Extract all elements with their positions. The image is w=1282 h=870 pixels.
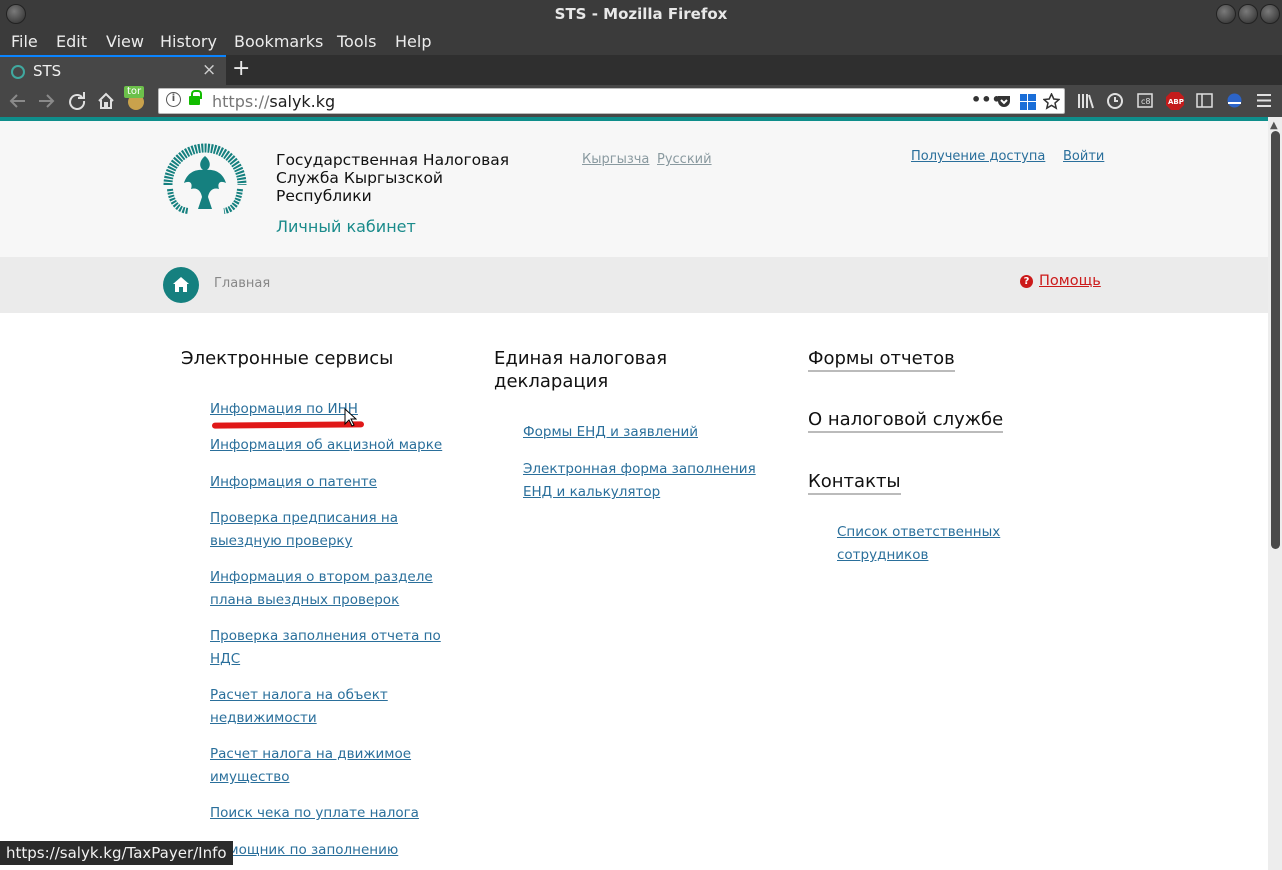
service-link-excise[interactable]: Информация об акцизной марке bbox=[210, 434, 450, 457]
lang-kyrgyz-link[interactable]: Кыргызча bbox=[582, 152, 649, 167]
tor-badge: tor bbox=[124, 86, 145, 98]
get-access-link[interactable]: Получение доступа bbox=[911, 149, 1045, 164]
menu-file[interactable]: File bbox=[11, 32, 38, 51]
declaration-link-forms[interactable]: Формы ЕНД и заявлений bbox=[523, 421, 763, 444]
library-icon[interactable] bbox=[1077, 93, 1095, 109]
report-forms-heading[interactable]: Формы отчетов bbox=[808, 347, 955, 372]
service-link-property-tax[interactable]: Расчет налога на объект недвижимости bbox=[210, 684, 410, 730]
pocket-icon[interactable] bbox=[996, 94, 1012, 110]
menu-view[interactable]: View bbox=[106, 32, 144, 51]
page-content: Государственная Налоговая Служба Кыргызс… bbox=[0, 121, 1268, 870]
history-icon[interactable] bbox=[1106, 92, 1124, 110]
windows-extension-icon[interactable] bbox=[1020, 94, 1036, 110]
url-host: salyk.kg bbox=[269, 92, 336, 111]
forward-icon[interactable] bbox=[38, 93, 56, 109]
menu-edit[interactable]: Edit bbox=[56, 32, 87, 51]
maximize-button[interactable] bbox=[1238, 4, 1258, 24]
service-link-inspection-order[interactable]: Проверка предписания на выездную проверк… bbox=[210, 507, 415, 553]
about-tax-service-label: О налоговой службе bbox=[808, 409, 1004, 433]
service-link-patent[interactable]: Информация о патенте bbox=[210, 471, 450, 494]
menu-bar: File Edit View History Bookmarks Tools H… bbox=[0, 28, 1282, 55]
red-underline-annotation bbox=[211, 421, 365, 429]
site-info-icon[interactable]: i bbox=[166, 92, 181, 107]
contacts-label: Контакты bbox=[808, 471, 901, 495]
reader-icon[interactable]: c8 bbox=[1137, 93, 1153, 108]
login-link[interactable]: Войти bbox=[1063, 149, 1104, 164]
window-titlebar: STS - Mozilla Firefox bbox=[0, 0, 1282, 28]
service-link-receipt-search[interactable]: Поиск чека по уплате налога bbox=[210, 802, 450, 825]
adblock-icon[interactable]: ABP bbox=[1166, 92, 1184, 110]
organization-name: Государственная Налоговая Служба Кыргызс… bbox=[276, 151, 510, 205]
tab-favicon-icon bbox=[11, 65, 25, 79]
menu-history[interactable]: History bbox=[160, 32, 217, 51]
site-header: Государственная Налоговая Служба Кыргызс… bbox=[0, 121, 1268, 257]
tab-bar: STS × + bbox=[0, 55, 1282, 85]
personal-cabinet-label[interactable]: Личный кабинет bbox=[276, 217, 416, 236]
mouse-pointer-icon bbox=[344, 408, 357, 427]
lang-russian-link[interactable]: Русский bbox=[657, 152, 712, 167]
page-scrollbar[interactable]: ▲ bbox=[1268, 117, 1282, 870]
service-link-movable-tax[interactable]: Расчет налога на движимое имущество bbox=[210, 743, 425, 789]
about-tax-service-heading[interactable]: О налоговой службе bbox=[808, 408, 1004, 433]
home-icon bbox=[173, 277, 189, 292]
service-link-inn[interactable]: Информация по ИНН bbox=[210, 398, 450, 421]
url-text[interactable]: https://salyk.kg bbox=[212, 92, 335, 111]
close-window-button[interactable] bbox=[1260, 4, 1280, 24]
report-forms-label: Формы отчетов bbox=[808, 348, 955, 372]
tab-close-icon[interactable]: × bbox=[202, 60, 216, 80]
help-link[interactable]: ? Помощь bbox=[1020, 273, 1101, 289]
navigation-toolbar: tor i https://salyk.kg ••• c8 ABP bbox=[0, 85, 1282, 117]
sidebar-icon[interactable] bbox=[1196, 93, 1213, 108]
question-icon: ? bbox=[1020, 275, 1033, 288]
scrollbar-thumb[interactable] bbox=[1271, 131, 1280, 549]
tab-title: STS bbox=[33, 62, 62, 80]
back-icon[interactable] bbox=[8, 93, 26, 109]
help-label: Помощь bbox=[1039, 273, 1101, 289]
service-link-filling-assistant[interactable]: Помощник по заполнению bbox=[210, 839, 450, 862]
declaration-link-electronic-form[interactable]: Электронная форма заполнения ЕНД и кальк… bbox=[523, 458, 763, 504]
tax-service-emblem-icon[interactable] bbox=[162, 139, 248, 215]
new-tab-button[interactable]: + bbox=[232, 56, 250, 81]
declaration-heading: Единая налоговая декларация bbox=[494, 348, 668, 392]
svg-text:ABP: ABP bbox=[1168, 98, 1184, 106]
secure-lock-icon[interactable] bbox=[189, 90, 202, 105]
contacts-link-staff[interactable]: Список ответственных сотрудников bbox=[837, 521, 1022, 567]
service-link-vat-check[interactable]: Проверка заполнения отчета по НДС bbox=[210, 625, 445, 671]
contacts-heading[interactable]: Контакты bbox=[808, 470, 901, 495]
url-protocol: https:// bbox=[212, 92, 270, 111]
link-status-tooltip: https://salyk.kg/TaxPayer/Info bbox=[0, 841, 233, 865]
scroll-up-icon[interactable]: ▲ bbox=[1270, 120, 1278, 131]
window-title: STS - Mozilla Firefox bbox=[554, 5, 728, 23]
home-button[interactable] bbox=[163, 267, 199, 303]
menu-tools[interactable]: Tools bbox=[337, 32, 376, 51]
home-icon[interactable] bbox=[97, 92, 115, 109]
hamburger-menu-icon[interactable] bbox=[1256, 93, 1272, 108]
reload-icon[interactable] bbox=[68, 92, 86, 110]
menu-help[interactable]: Help bbox=[395, 32, 431, 51]
breadcrumb-home[interactable]: Главная bbox=[214, 276, 270, 291]
service-link-inspection-plan[interactable]: Информация о втором разделе плана выездн… bbox=[210, 566, 435, 612]
bookmark-star-icon[interactable] bbox=[1043, 93, 1060, 110]
window-menu-button[interactable] bbox=[6, 4, 26, 24]
vpn-extension-icon[interactable] bbox=[1226, 92, 1243, 109]
minimize-button[interactable] bbox=[1216, 4, 1236, 24]
menu-bookmarks[interactable]: Bookmarks bbox=[234, 32, 323, 51]
breadcrumb: Главная ? Помощь bbox=[0, 257, 1268, 313]
svg-text:c8: c8 bbox=[1141, 97, 1151, 106]
tab-sts[interactable]: STS × bbox=[0, 55, 226, 85]
services-heading: Электронные сервисы bbox=[181, 348, 394, 369]
url-bar[interactable]: i https://salyk.kg ••• bbox=[158, 88, 1065, 114]
